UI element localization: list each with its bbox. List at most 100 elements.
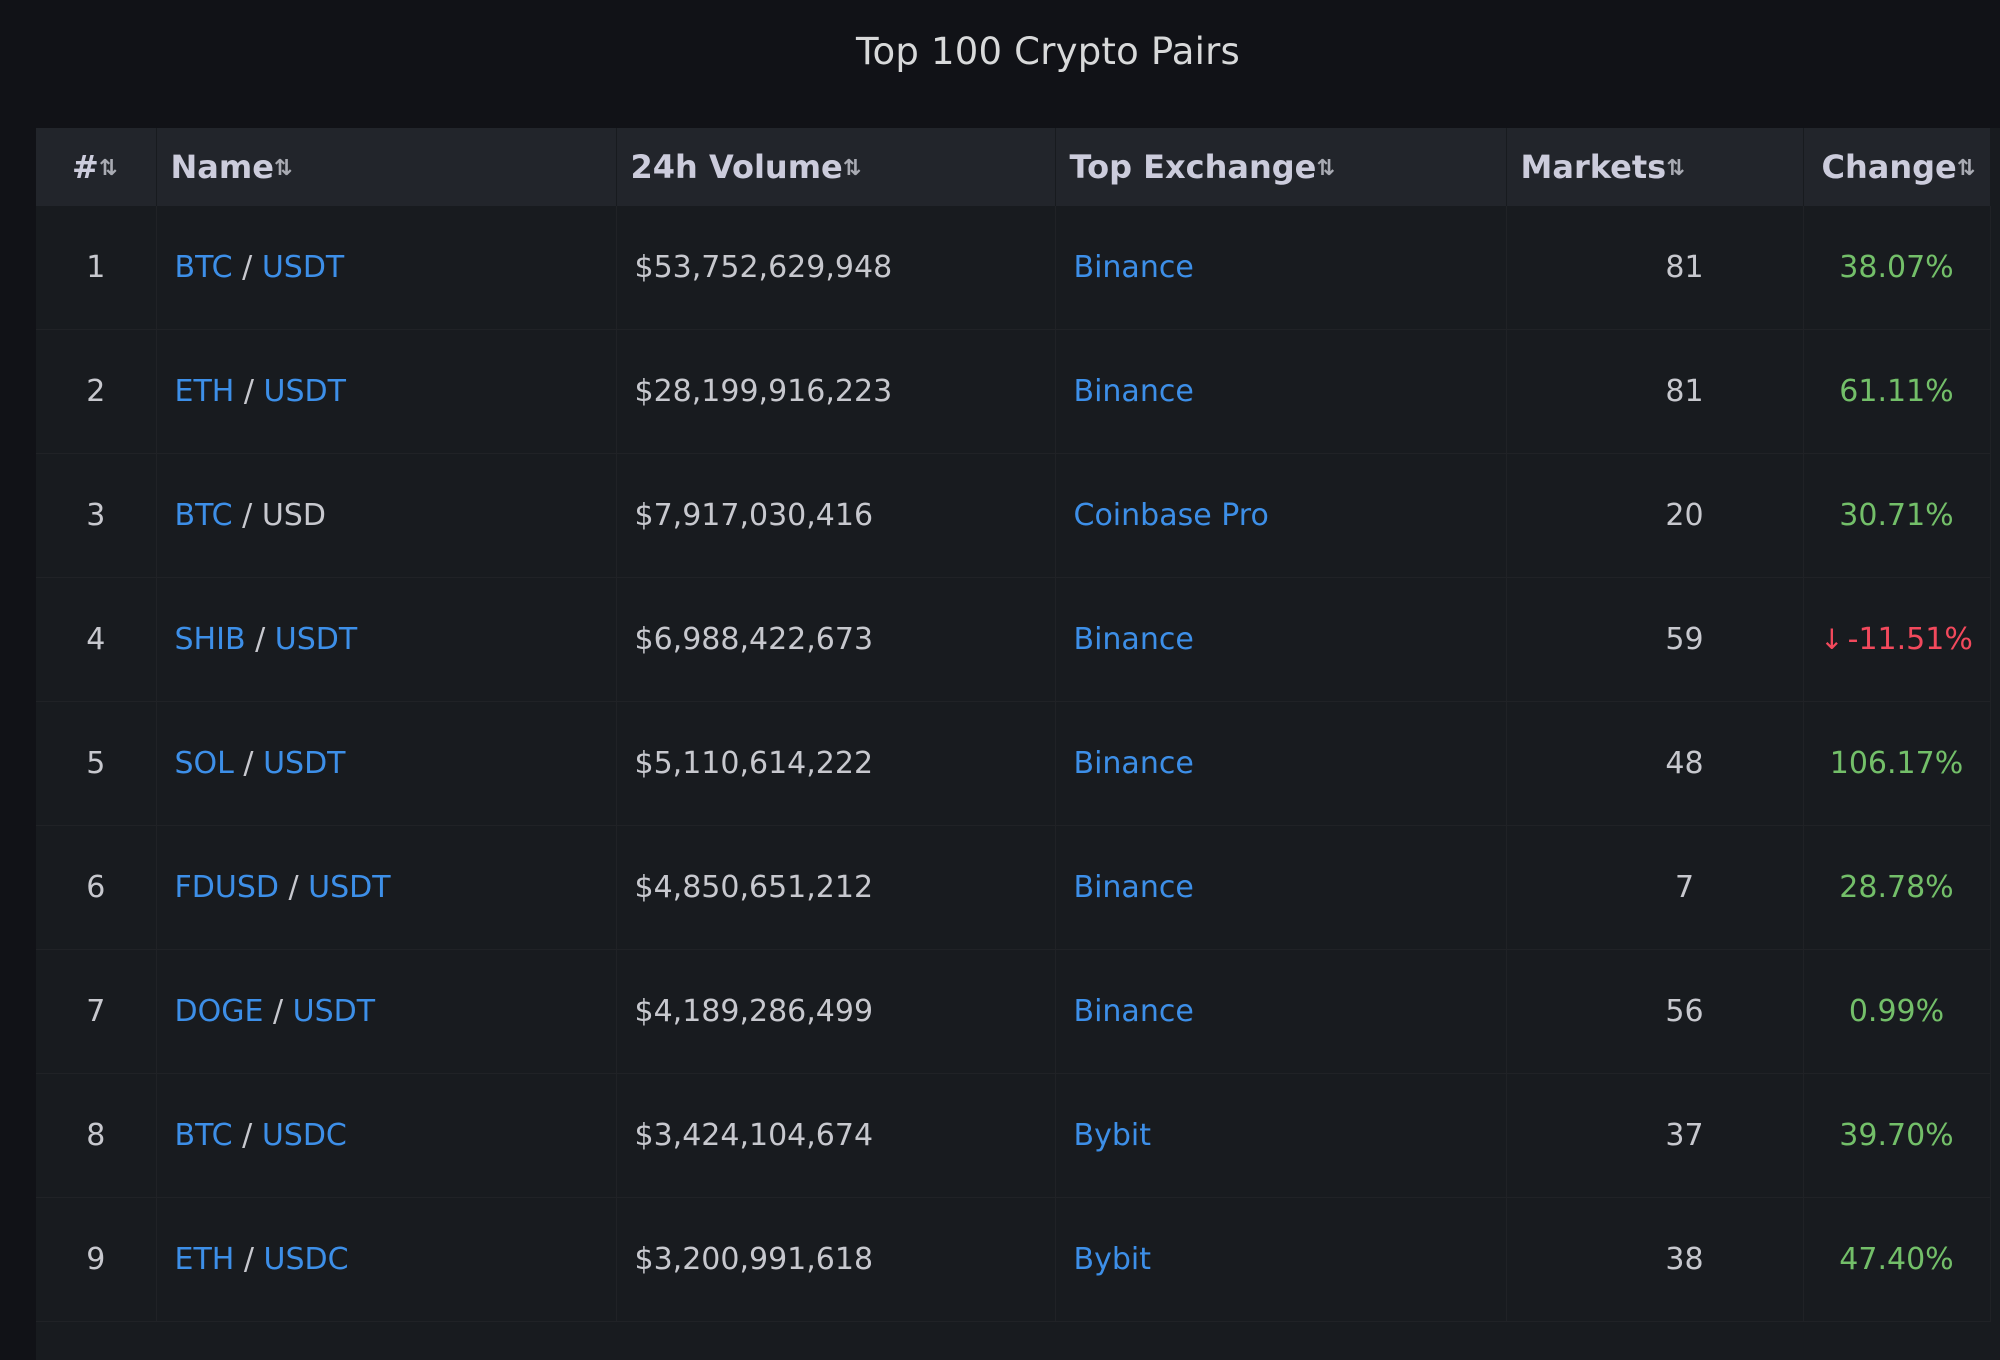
rank-cell: 2 xyxy=(36,329,157,454)
volume-cell: $53,752,629,948 xyxy=(616,206,1056,330)
pair-separator: / xyxy=(255,622,266,657)
column-label: Markets xyxy=(1520,148,1667,186)
pair-name-cell: FDUSD / USDT xyxy=(156,825,617,950)
change-value: 47.40% xyxy=(1839,1242,1954,1277)
panel-title[interactable]: Top 100 Crypto Pairs xyxy=(856,30,1240,73)
quote-asset-link[interactable]: USDT xyxy=(262,250,344,285)
exchange-link[interactable]: Binance xyxy=(1074,870,1194,905)
table-header-row: #⇅ Name⇅ 24h Volume⇅ Top Exchange⇅ Marke… xyxy=(36,128,1991,206)
exchange-link[interactable]: Binance xyxy=(1074,994,1194,1029)
markets-cell: 81 xyxy=(1506,206,1804,330)
volume-cell: $28,199,916,223 xyxy=(616,329,1056,454)
base-asset-link[interactable]: BTC xyxy=(175,498,233,533)
crypto-pairs-table: #⇅ Name⇅ 24h Volume⇅ Top Exchange⇅ Marke… xyxy=(36,128,1991,1322)
pair-separator: / xyxy=(242,498,253,533)
exchange-cell: Binance xyxy=(1055,701,1507,826)
table-row[interactable]: 5 SOL / USDT $5,110,614,222 Binance 48 106.17… xyxy=(36,701,1991,826)
markets-cell: 38 xyxy=(1506,1197,1804,1322)
volume-cell: $3,200,991,618 xyxy=(616,1197,1056,1322)
pair-name-cell: BTC / USDT xyxy=(156,206,617,330)
base-asset-link[interactable]: SOL xyxy=(175,746,234,781)
column-header-rank[interactable]: #⇅ xyxy=(36,128,157,206)
quote-asset-link[interactable]: USDT xyxy=(263,746,345,781)
base-asset-link[interactable]: BTC xyxy=(175,1118,233,1153)
exchange-link[interactable]: Binance xyxy=(1074,250,1194,285)
base-asset-link[interactable]: FDUSD xyxy=(175,870,279,905)
change-cell: 39.70% xyxy=(1803,1073,1991,1198)
quote-asset-link[interactable]: USDT xyxy=(293,994,375,1029)
column-header-volume[interactable]: 24h Volume⇅ xyxy=(616,128,1056,206)
volume-cell: $5,110,614,222 xyxy=(616,701,1056,826)
quote-asset-link[interactable]: USDC xyxy=(264,1242,349,1277)
change-cell: ↓ -11.51% xyxy=(1803,577,1991,702)
pair-separator: / xyxy=(243,374,254,409)
quote-asset-link[interactable]: USDC xyxy=(262,1118,347,1153)
change-value: 38.07% xyxy=(1839,250,1954,285)
volume-cell: $4,189,286,499 xyxy=(616,949,1056,1074)
column-header-name[interactable]: Name⇅ xyxy=(156,128,617,206)
pair-separator: / xyxy=(243,1242,254,1277)
change-value: -11.51% xyxy=(1847,622,1973,657)
base-asset-link[interactable]: ETH xyxy=(175,374,235,409)
pair-name-cell: SOL / USDT xyxy=(156,701,617,826)
rank-cell: 5 xyxy=(36,701,157,826)
change-cell: 47.40% xyxy=(1803,1197,1991,1322)
exchange-link[interactable]: Bybit xyxy=(1074,1242,1151,1277)
table-row[interactable]: 7 DOGE / USDT $4,189,286,499 Binance 56 0.99% xyxy=(36,949,1991,1074)
column-label: Top Exchange xyxy=(1069,148,1317,186)
sort-icon[interactable]: ⇅ xyxy=(1316,156,1334,181)
exchange-link[interactable]: Binance xyxy=(1074,622,1194,657)
change-cell: 28.78% xyxy=(1803,825,1991,950)
base-asset-link[interactable]: SHIB xyxy=(175,622,246,657)
table-row[interactable]: 9 ETH / USDC $3,200,991,618 Bybit 38 47.40% xyxy=(36,1197,1991,1322)
rank-cell: 4 xyxy=(36,577,157,702)
table-row[interactable]: 3 BTC / USD $7,917,030,416 Coinbase Pro 20 30… xyxy=(36,453,1991,578)
pair-name-cell: ETH / USDC xyxy=(156,1197,617,1322)
pair-name-cell: ETH / USDT xyxy=(156,329,617,454)
exchange-link[interactable]: Binance xyxy=(1074,374,1194,409)
sort-icon[interactable]: ⇅ xyxy=(1957,156,1975,181)
pair-name-cell: DOGE / USDT xyxy=(156,949,617,1074)
pair-separator: / xyxy=(242,1118,253,1153)
base-asset-link[interactable]: DOGE xyxy=(175,994,264,1029)
exchange-link[interactable]: Binance xyxy=(1074,746,1194,781)
exchange-cell: Binance xyxy=(1055,577,1507,702)
sort-icon[interactable]: ⇅ xyxy=(99,156,117,181)
markets-cell: 81 xyxy=(1506,329,1804,454)
markets-cell: 20 xyxy=(1506,453,1804,578)
column-header-change[interactable]: Change⇅ xyxy=(1803,128,1991,206)
exchange-cell: Binance xyxy=(1055,206,1507,330)
volume-cell: $6,988,422,673 xyxy=(616,577,1056,702)
rank-cell: 6 xyxy=(36,825,157,950)
pair-separator: / xyxy=(243,746,254,781)
volume-cell: $7,917,030,416 xyxy=(616,453,1056,578)
quote-asset-link[interactable]: USDT xyxy=(308,870,390,905)
quote-asset-link[interactable]: USDT xyxy=(275,622,357,657)
column-label: Change xyxy=(1821,148,1957,186)
exchange-cell: Bybit xyxy=(1055,1073,1507,1198)
volume-cell: $3,424,104,674 xyxy=(616,1073,1056,1198)
quote-asset-link[interactable]: USDT xyxy=(264,374,346,409)
exchange-link[interactable]: Bybit xyxy=(1074,1118,1151,1153)
rank-cell: 7 xyxy=(36,949,157,1074)
base-asset-link[interactable]: BTC xyxy=(175,250,233,285)
sort-icon[interactable]: ⇅ xyxy=(274,156,292,181)
exchange-link[interactable]: Coinbase Pro xyxy=(1074,498,1269,533)
table-row[interactable]: 6 FDUSD / USDT $4,850,651,212 Binance 7 28.78… xyxy=(36,825,1991,950)
markets-cell: 7 xyxy=(1506,825,1804,950)
table-row[interactable]: 2 ETH / USDT $28,199,916,223 Binance 81 61.11… xyxy=(36,329,1991,454)
arrow-down-icon: ↓ xyxy=(1820,623,1844,656)
change-cell: 0.99% xyxy=(1803,949,1991,1074)
column-header-markets[interactable]: Markets⇅ xyxy=(1506,128,1804,206)
change-value: 39.70% xyxy=(1839,1118,1954,1153)
sort-icon[interactable]: ⇅ xyxy=(1666,156,1684,181)
change-value: 0.99% xyxy=(1848,994,1945,1029)
column-header-exchange[interactable]: Top Exchange⇅ xyxy=(1055,128,1507,206)
table-row[interactable]: 4 SHIB / USDT $6,988,422,673 Binance 59 ↓ -11.… xyxy=(36,577,1991,702)
pair-separator: / xyxy=(272,994,284,1029)
sort-icon[interactable]: ⇅ xyxy=(843,156,861,181)
change-value: 106.17% xyxy=(1829,746,1964,781)
table-row[interactable]: 8 BTC / USDC $3,424,104,674 Bybit 37 39.70% xyxy=(36,1073,1991,1198)
base-asset-link[interactable]: ETH xyxy=(175,1242,235,1277)
table-row[interactable]: 1 BTC / USDT $53,752,629,948 Binance 81 38.07… xyxy=(36,206,1991,330)
